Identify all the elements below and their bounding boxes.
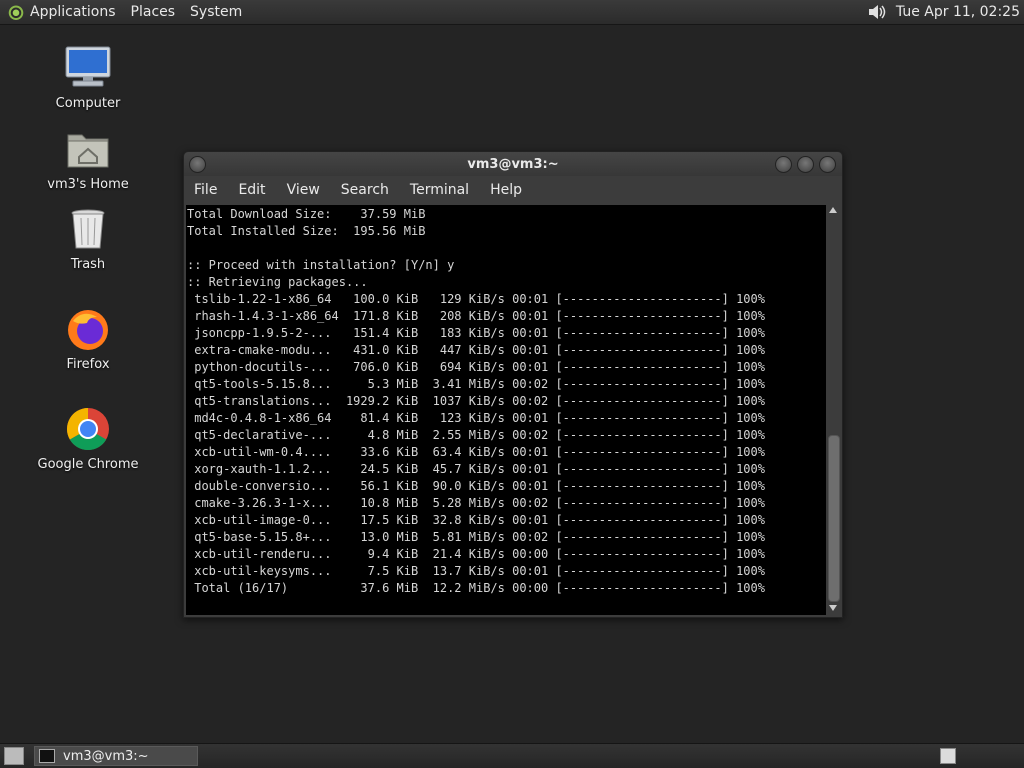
firefox-icon	[68, 310, 108, 350]
show-desktop-icon[interactable]	[4, 747, 24, 765]
terminal-menubar: File Edit View Search Terminal Help	[184, 176, 842, 204]
menu-applications[interactable]: Applications	[30, 4, 116, 20]
menu-search[interactable]: Search	[341, 182, 389, 198]
computer-icon	[65, 46, 111, 87]
scroll-up-arrow-icon[interactable]	[829, 207, 837, 213]
desktop-icon-chrome[interactable]: Google Chrome	[33, 407, 143, 472]
menu-file[interactable]: File	[194, 182, 217, 198]
panel-tray: Tue Apr 11, 02:25	[866, 2, 1024, 22]
terminal-text: Total Download Size: 37.59 MiB Total Ins…	[187, 207, 765, 595]
desktop-icon-label: Google Chrome	[37, 457, 139, 472]
window-titlebar[interactable]: vm3@vm3:~	[184, 152, 842, 176]
menu-help[interactable]: Help	[490, 182, 522, 198]
maximize-button[interactable]	[797, 156, 814, 173]
menu-edit[interactable]: Edit	[238, 182, 265, 198]
desktop-icon-home[interactable]: vm3's Home	[33, 127, 143, 192]
scroll-down-arrow-icon[interactable]	[829, 605, 837, 611]
taskbar-item-label: vm3@vm3:~	[63, 748, 149, 764]
top-panel: Applications Places System Tue Apr 11, 0…	[0, 0, 1024, 25]
desktop-icon-computer[interactable]: Computer	[33, 46, 143, 111]
scrollbar-thumb[interactable]	[828, 435, 840, 602]
menu-system[interactable]: System	[190, 4, 242, 20]
window-title: vm3@vm3:~	[467, 156, 559, 172]
terminal-scrollbar[interactable]	[826, 205, 840, 615]
gnome-foot-icon[interactable]	[8, 4, 24, 20]
menu-terminal[interactable]: Terminal	[410, 182, 469, 198]
desktop-icon-trash[interactable]: Trash	[33, 207, 143, 272]
chrome-icon	[66, 408, 109, 451]
volume-icon[interactable]	[866, 2, 886, 22]
trash-icon	[71, 209, 105, 249]
menu-places[interactable]: Places	[131, 4, 176, 20]
desktop-icon-label: Trash	[70, 257, 106, 272]
terminal-icon	[39, 749, 55, 763]
clock[interactable]: Tue Apr 11, 02:25	[896, 4, 1020, 20]
desktop-icon-label: vm3's Home	[47, 177, 129, 192]
window-menu-button[interactable]	[189, 156, 206, 173]
minimize-button[interactable]	[775, 156, 792, 173]
terminal-window: vm3@vm3:~ File Edit View Search Terminal…	[183, 151, 843, 618]
workspace-switcher[interactable]	[940, 748, 956, 764]
desktop-icon-firefox[interactable]: Firefox	[33, 307, 143, 372]
menu-view[interactable]: View	[287, 182, 320, 198]
taskbar-item-terminal[interactable]: vm3@vm3:~	[34, 746, 198, 766]
home-folder-icon	[67, 134, 109, 168]
desktop-icon-label: Computer	[55, 96, 121, 111]
close-button[interactable]	[819, 156, 836, 173]
bottom-panel: vm3@vm3:~	[0, 743, 1024, 768]
terminal-output[interactable]: Total Download Size: 37.59 MiB Total Ins…	[186, 205, 826, 615]
desktop-icon-label: Firefox	[66, 357, 110, 372]
